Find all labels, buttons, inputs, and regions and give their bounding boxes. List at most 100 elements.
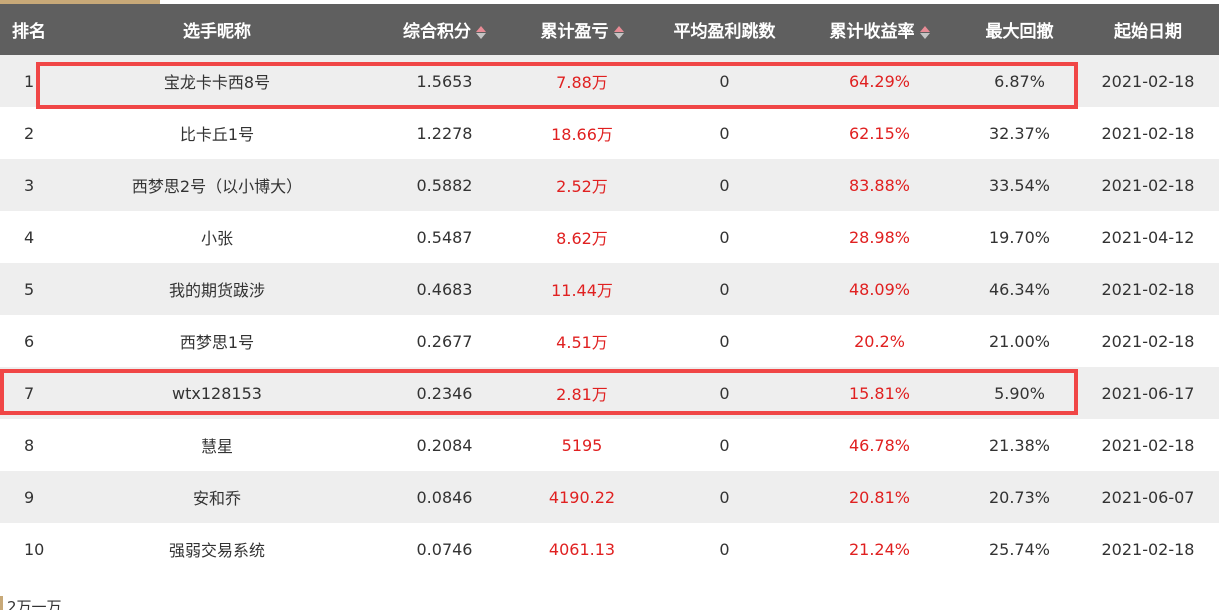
- cell-return: 48.09%: [797, 263, 962, 315]
- cell-avg-jumps: 0: [652, 55, 797, 107]
- header-name: 选手昵称: [57, 4, 377, 55]
- table-row[interactable]: 10 强弱交易系统 0.0746 4061.13 0 21.24% 25.74% 2021-0…: [0, 523, 1219, 575]
- cell-score: 1.5653: [377, 55, 512, 107]
- header-score-label: 综合积分: [403, 22, 471, 42]
- cell-score: 0.4683: [377, 263, 512, 315]
- cell-drawdown: 32.37%: [962, 107, 1077, 159]
- header-rank: 排名: [0, 4, 57, 55]
- cell-score: 0.2677: [377, 315, 512, 367]
- cell-start-date: 2021-04-12: [1077, 211, 1219, 263]
- cell-pnl: 18.66万: [512, 107, 652, 159]
- cell-avg-jumps: 0: [652, 159, 797, 211]
- header-return-label: 累计收益率: [829, 22, 915, 42]
- cell-return: 20.81%: [797, 471, 962, 523]
- cell-drawdown: 6.87%: [962, 55, 1077, 107]
- cell-start-date: 2021-02-18: [1077, 523, 1219, 575]
- cell-drawdown: 21.38%: [962, 419, 1077, 471]
- footer-accent-bar: [0, 596, 3, 610]
- cell-start-date: 2021-02-18: [1077, 159, 1219, 211]
- cell-rank: 3: [0, 159, 57, 211]
- cell-drawdown: 19.70%: [962, 211, 1077, 263]
- leaderboard-table: 排名 选手昵称 综合积分 累计盈亏 平均盈利跳数 累计收益率 最大回撤 起始日期…: [0, 4, 1219, 575]
- cell-pnl: 5195: [512, 419, 652, 471]
- cell-drawdown: 25.74%: [962, 523, 1077, 575]
- cell-start-date: 2021-02-18: [1077, 107, 1219, 159]
- cell-rank: 7: [0, 367, 57, 419]
- table-row[interactable]: 7 wtx128153 0.2346 2.81万 0 15.81% 5.90% 2021-06…: [0, 367, 1219, 419]
- cell-pnl: 11.44万: [512, 263, 652, 315]
- cell-player-name: 宝龙卡卡西8号: [57, 55, 377, 107]
- cell-pnl: 4061.13: [512, 523, 652, 575]
- cell-rank: 1: [0, 55, 57, 107]
- cell-player-name: 西梦思1号: [57, 315, 377, 367]
- table-row[interactable]: 4 小张 0.5487 8.62万 0 28.98% 19.70% 2021-04-12: [0, 211, 1219, 263]
- header-return[interactable]: 累计收益率: [797, 4, 962, 55]
- header-start-date: 起始日期: [1077, 4, 1219, 55]
- cell-drawdown: 5.90%: [962, 367, 1077, 419]
- cell-score: 0.2084: [377, 419, 512, 471]
- cell-return: 15.81%: [797, 367, 962, 419]
- cell-drawdown: 33.54%: [962, 159, 1077, 211]
- cell-player-name: 强弱交易系统: [57, 523, 377, 575]
- cell-drawdown: 20.73%: [962, 471, 1077, 523]
- sort-arrows-icon[interactable]: [476, 25, 486, 39]
- cell-avg-jumps: 0: [652, 211, 797, 263]
- table-row[interactable]: 8 慧星 0.2084 5195 0 46.78% 21.38% 2021-02-18: [0, 419, 1219, 471]
- cell-rank: 2: [0, 107, 57, 159]
- cell-player-name: 西梦思2号（以小博大）: [57, 159, 377, 211]
- cell-return: 83.88%: [797, 159, 962, 211]
- cell-score: 0.0746: [377, 523, 512, 575]
- cell-avg-jumps: 0: [652, 471, 797, 523]
- cell-player-name: 安和乔: [57, 471, 377, 523]
- cell-score: 0.5882: [377, 159, 512, 211]
- cell-rank: 9: [0, 471, 57, 523]
- header-avg-jumps: 平均盈利跳数: [652, 4, 797, 55]
- table-row[interactable]: 1 宝龙卡卡西8号 1.5653 7.88万 0 64.29% 6.87% 2021-02-1…: [0, 55, 1219, 107]
- cell-drawdown: 46.34%: [962, 263, 1077, 315]
- cell-drawdown: 21.00%: [962, 315, 1077, 367]
- table-row[interactable]: 3 西梦思2号（以小博大） 0.5882 2.52万 0 83.88% 33.54% 2021…: [0, 159, 1219, 211]
- cell-rank: 6: [0, 315, 57, 367]
- cell-avg-jumps: 0: [652, 315, 797, 367]
- header-score[interactable]: 综合积分: [377, 4, 512, 55]
- cell-avg-jumps: 0: [652, 263, 797, 315]
- table-row[interactable]: 5 我的期货跋涉 0.4683 11.44万 0 48.09% 46.34% 2021-02-…: [0, 263, 1219, 315]
- cell-player-name: 慧星: [57, 419, 377, 471]
- cell-return: 28.98%: [797, 211, 962, 263]
- header-drawdown: 最大回撤: [962, 4, 1077, 55]
- table-row[interactable]: 2 比卡丘1号 1.2278 18.66万 0 62.15% 32.37% 2021-02-1…: [0, 107, 1219, 159]
- table-row[interactable]: 9 安和乔 0.0846 4190.22 0 20.81% 20.73% 2021-06-07: [0, 471, 1219, 523]
- pagination-footer: 2万一万: [0, 596, 62, 610]
- cell-player-name: 比卡丘1号: [57, 107, 377, 159]
- cell-pnl: 2.52万: [512, 159, 652, 211]
- table-row[interactable]: 6 西梦思1号 0.2677 4.51万 0 20.2% 21.00% 2021-02-18: [0, 315, 1219, 367]
- header-pnl[interactable]: 累计盈亏: [512, 4, 652, 55]
- cell-start-date: 2021-02-18: [1077, 55, 1219, 107]
- sort-arrows-icon[interactable]: [919, 25, 930, 39]
- cell-pnl: 8.62万: [512, 211, 652, 263]
- cell-start-date: 2021-02-18: [1077, 263, 1219, 315]
- sort-arrows-icon[interactable]: [613, 25, 624, 39]
- cell-rank: 8: [0, 419, 57, 471]
- cell-pnl: 4190.22: [512, 471, 652, 523]
- cell-start-date: 2021-06-17: [1077, 367, 1219, 419]
- footer-text[interactable]: 2万一万: [7, 598, 62, 610]
- cell-avg-jumps: 0: [652, 419, 797, 471]
- cell-player-name: wtx128153: [57, 367, 377, 419]
- cell-return: 20.2%: [797, 315, 962, 367]
- cell-player-name: 我的期货跋涉: [57, 263, 377, 315]
- header-pnl-label: 累计盈亏: [540, 22, 609, 42]
- cell-return: 21.24%: [797, 523, 962, 575]
- cell-return: 46.78%: [797, 419, 962, 471]
- cell-rank: 4: [0, 211, 57, 263]
- cell-player-name: 小张: [57, 211, 377, 263]
- cell-avg-jumps: 0: [652, 107, 797, 159]
- cell-start-date: 2021-02-18: [1077, 419, 1219, 471]
- cell-pnl: 2.81万: [512, 367, 652, 419]
- cell-score: 1.2278: [377, 107, 512, 159]
- cell-rank: 5: [0, 263, 57, 315]
- cell-pnl: 7.88万: [512, 55, 652, 107]
- cell-rank: 10: [0, 523, 57, 575]
- cell-score: 0.2346: [377, 367, 512, 419]
- cell-return: 64.29%: [797, 55, 962, 107]
